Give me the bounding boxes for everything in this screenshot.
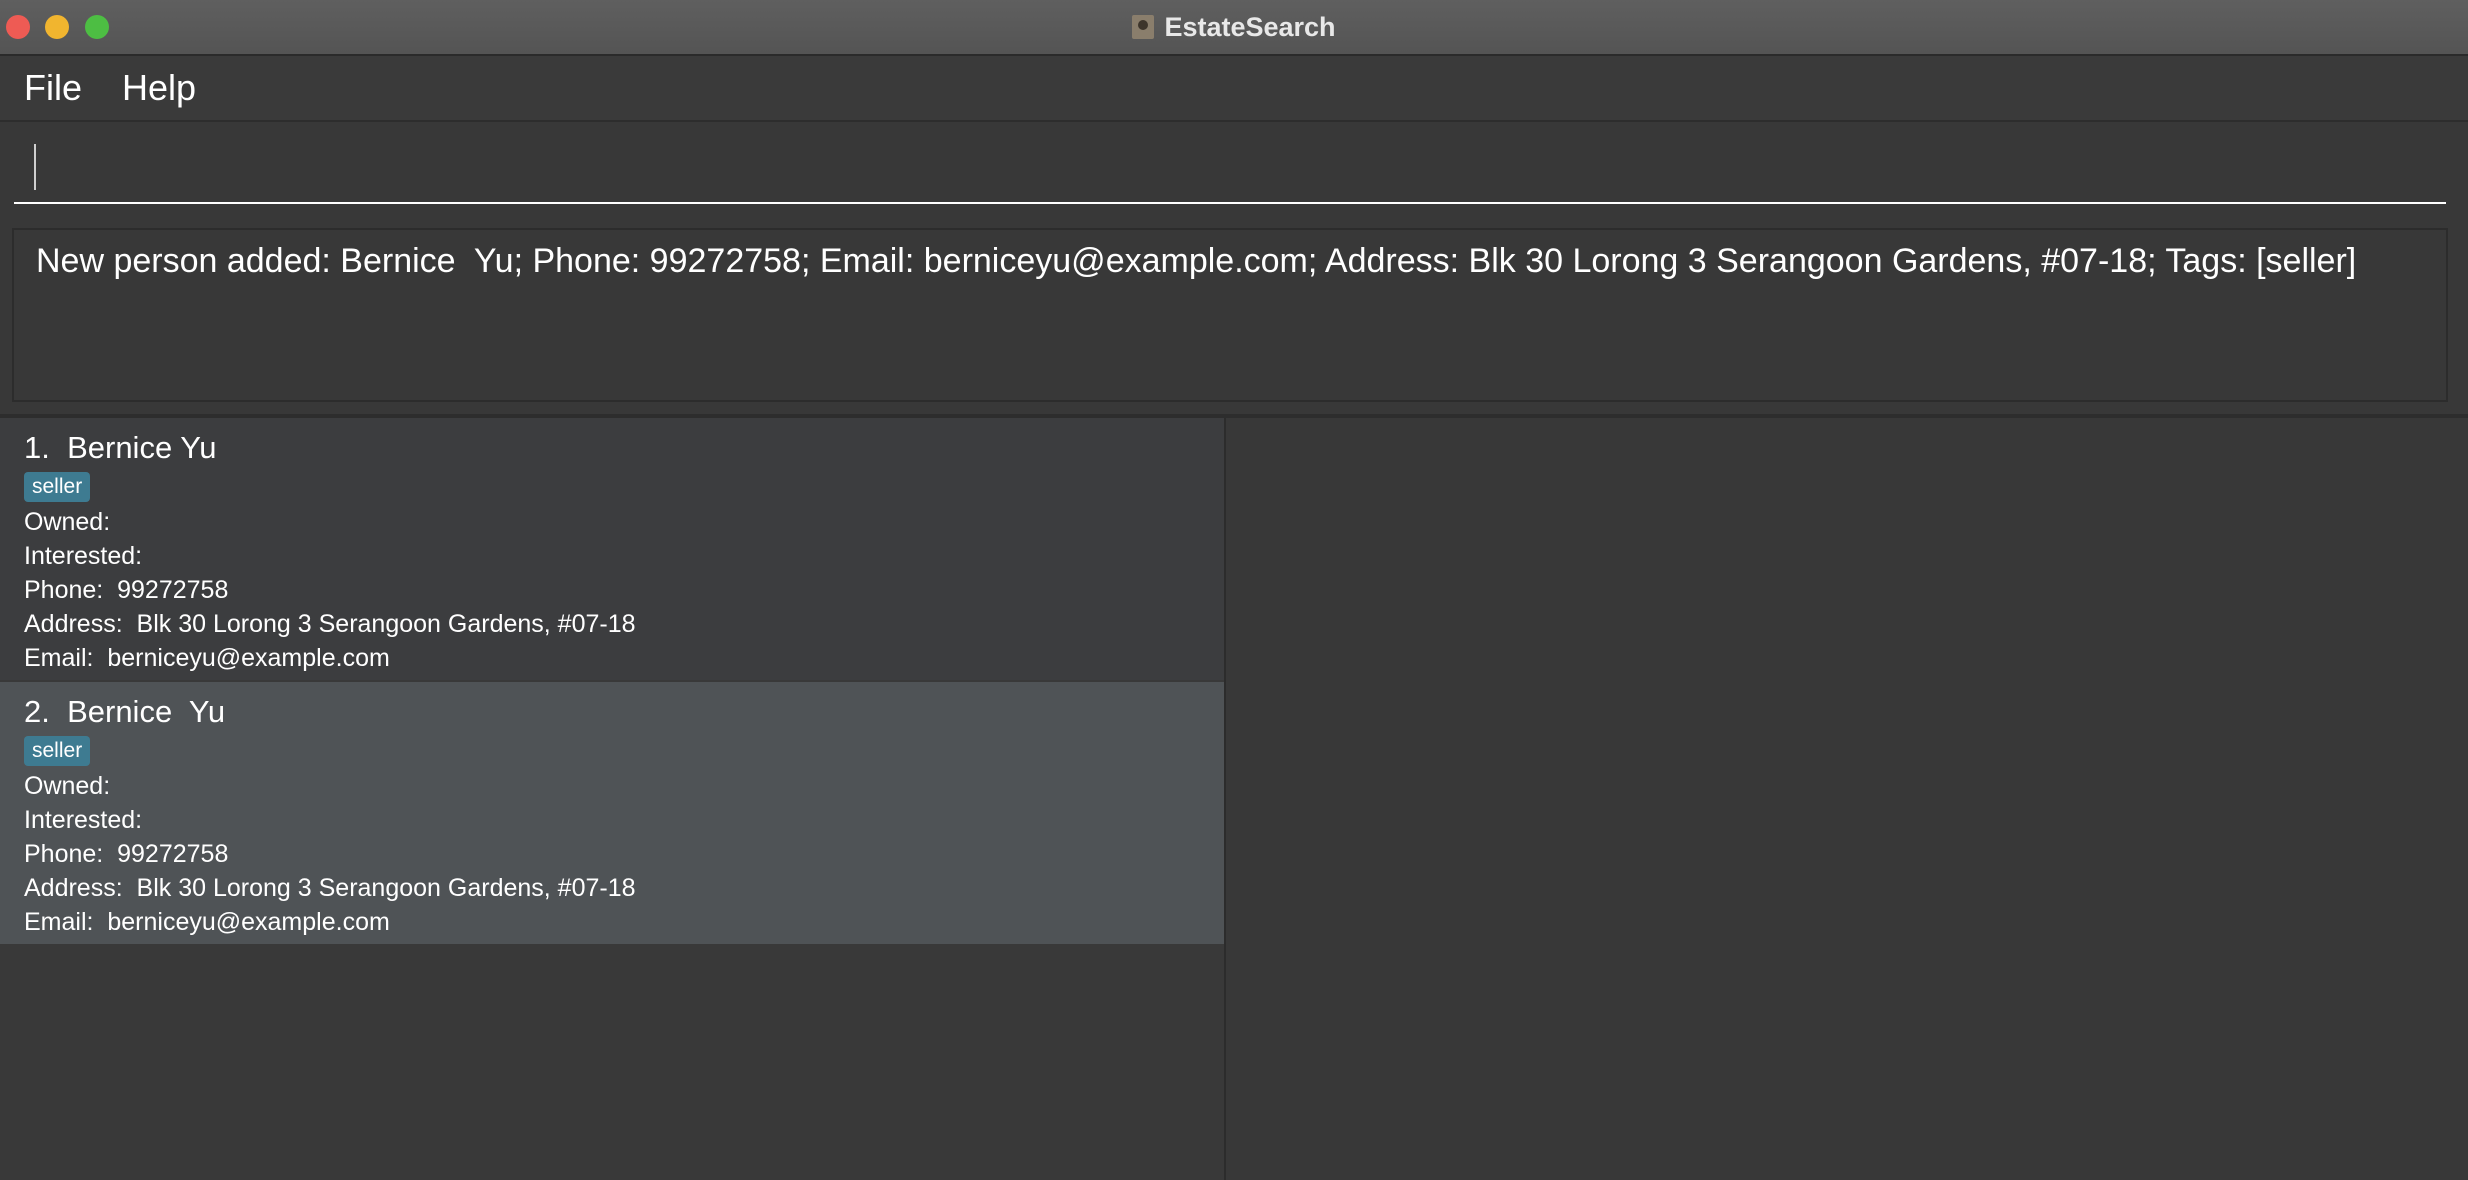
phone-field: Phone: 99272758 bbox=[24, 576, 229, 604]
title-bar[interactable]: EstateSearch bbox=[0, 0, 2468, 56]
app-window: EstateSearch File Help New person added:… bbox=[0, 0, 2468, 1180]
detail-panel bbox=[1228, 418, 2468, 1180]
email-field: Email: berniceyu@example.com bbox=[24, 644, 390, 672]
owned-label: Owned: bbox=[24, 772, 111, 800]
tag-badge: seller bbox=[24, 472, 91, 502]
result-display: New person added: Bernice Yu; Phone: 992… bbox=[12, 228, 2448, 402]
text-caret bbox=[34, 144, 36, 190]
tag-badge: seller bbox=[24, 736, 91, 766]
interested-label: Interested: bbox=[24, 806, 143, 834]
email-field: Email: berniceyu@example.com bbox=[24, 908, 390, 936]
address-field: Address: Blk 30 Lorong 3 Serangoon Garde… bbox=[24, 874, 636, 902]
person-name: 2. Bernice Yu bbox=[24, 694, 226, 729]
owned-label: Owned: bbox=[24, 508, 111, 536]
menu-bar: File Help bbox=[0, 56, 2468, 122]
command-box[interactable] bbox=[14, 134, 2446, 204]
result-message: New person added: Bernice Yu; Phone: 992… bbox=[36, 242, 2357, 280]
command-input[interactable] bbox=[40, 134, 2434, 202]
menu-file[interactable]: File bbox=[24, 67, 82, 109]
interested-label: Interested: bbox=[24, 542, 143, 570]
person-card-selected[interactable]: 2. Bernice Yu seller Owned: Interested: … bbox=[0, 682, 1224, 944]
person-name: 1. Bernice Yu bbox=[24, 430, 217, 465]
person-list-panel[interactable]: 1. Bernice Yu seller Owned: Interested: … bbox=[0, 418, 1226, 1180]
title-container: EstateSearch bbox=[0, 0, 2468, 54]
window-title: EstateSearch bbox=[1164, 11, 1336, 42]
phone-field: Phone: 99272758 bbox=[24, 840, 229, 868]
person-card[interactable]: 1. Bernice Yu seller Owned: Interested: … bbox=[0, 418, 1224, 680]
address-field: Address: Blk 30 Lorong 3 Serangoon Garde… bbox=[24, 610, 636, 638]
app-icon bbox=[1132, 15, 1155, 39]
menu-help[interactable]: Help bbox=[122, 67, 196, 109]
